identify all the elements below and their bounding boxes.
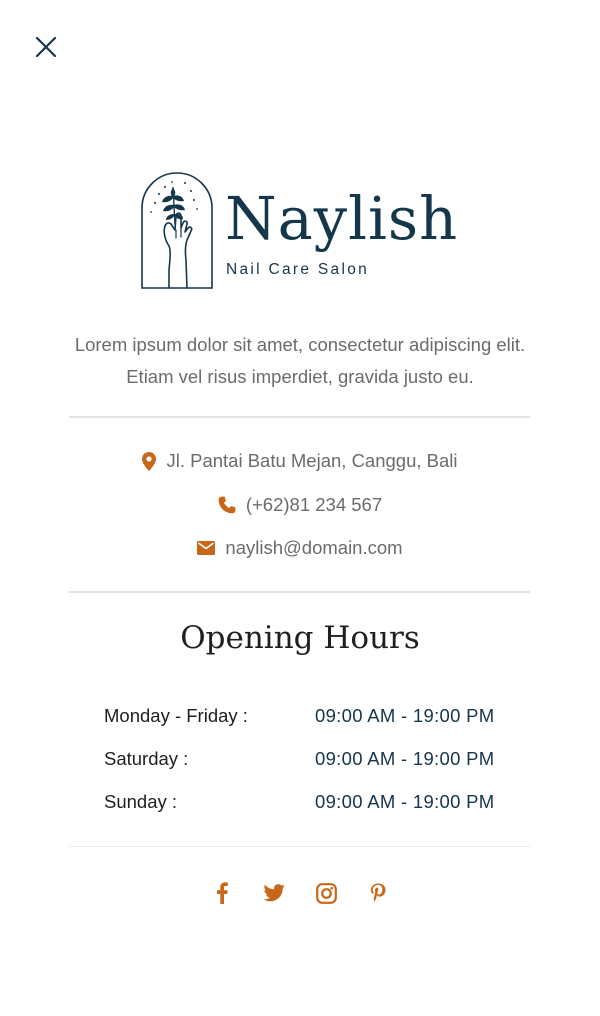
twitter-icon	[263, 884, 285, 902]
hours-time: 09:00 AM - 19:00 PM	[315, 748, 495, 769]
hours-day: Sunday :	[104, 791, 178, 812]
hand-flower-emblem-icon	[141, 172, 213, 289]
pinterest-icon	[370, 883, 386, 902]
brand-logo: Naylish Nail Care Salon	[139, 170, 459, 292]
close-button[interactable]	[30, 31, 62, 63]
hours-day: Saturday :	[104, 748, 189, 769]
hours-row: Monday - Friday : 09:00 AM - 19:00 PM	[104, 705, 524, 731]
facebook-link[interactable]	[210, 880, 234, 906]
divider	[69, 591, 530, 593]
twitter-link[interactable]	[262, 880, 286, 906]
instagram-link[interactable]	[314, 880, 338, 906]
divider	[69, 416, 530, 418]
close-icon	[35, 36, 57, 58]
brand-tagline: Nail Care Salon	[226, 261, 370, 278]
envelope-icon	[197, 541, 216, 555]
instagram-icon	[315, 882, 337, 904]
contact-email[interactable]: naylish@domain.com	[0, 537, 600, 559]
social-links	[0, 880, 600, 906]
hours-time: 09:00 AM - 19:00 PM	[315, 791, 495, 812]
hours-day: Monday - Friday :	[104, 705, 248, 726]
map-pin-icon	[142, 451, 157, 471]
divider	[69, 846, 530, 847]
email-text: naylish@domain.com	[225, 537, 403, 558]
description-line: Lorem ipsum dolor sit amet, consectetur …	[74, 334, 526, 355]
contact-phone[interactable]: (+62)81 234 567	[0, 494, 600, 516]
address-text: Jl. Pantai Batu Mejan, Canggu, Bali	[166, 450, 458, 471]
hours-time: 09:00 AM - 19:00 PM	[315, 705, 495, 726]
phone-icon	[218, 496, 236, 514]
contact-address[interactable]: Jl. Pantai Batu Mejan, Canggu, Bali	[0, 450, 600, 472]
brand-name: Naylish	[225, 184, 459, 253]
facebook-icon	[217, 882, 228, 904]
opening-hours-title: Opening Hours	[180, 620, 420, 656]
salon-description: Lorem ipsum dolor sit amet, consectetur …	[40, 329, 560, 393]
description-line: Etiam vel risus imperdiet, gravida justo…	[126, 366, 474, 387]
hours-row: Sunday : 09:00 AM - 19:00 PM	[104, 791, 524, 817]
phone-text: (+62)81 234 567	[245, 494, 383, 515]
hours-row: Saturday : 09:00 AM - 19:00 PM	[104, 748, 524, 774]
pinterest-link[interactable]	[366, 880, 390, 906]
